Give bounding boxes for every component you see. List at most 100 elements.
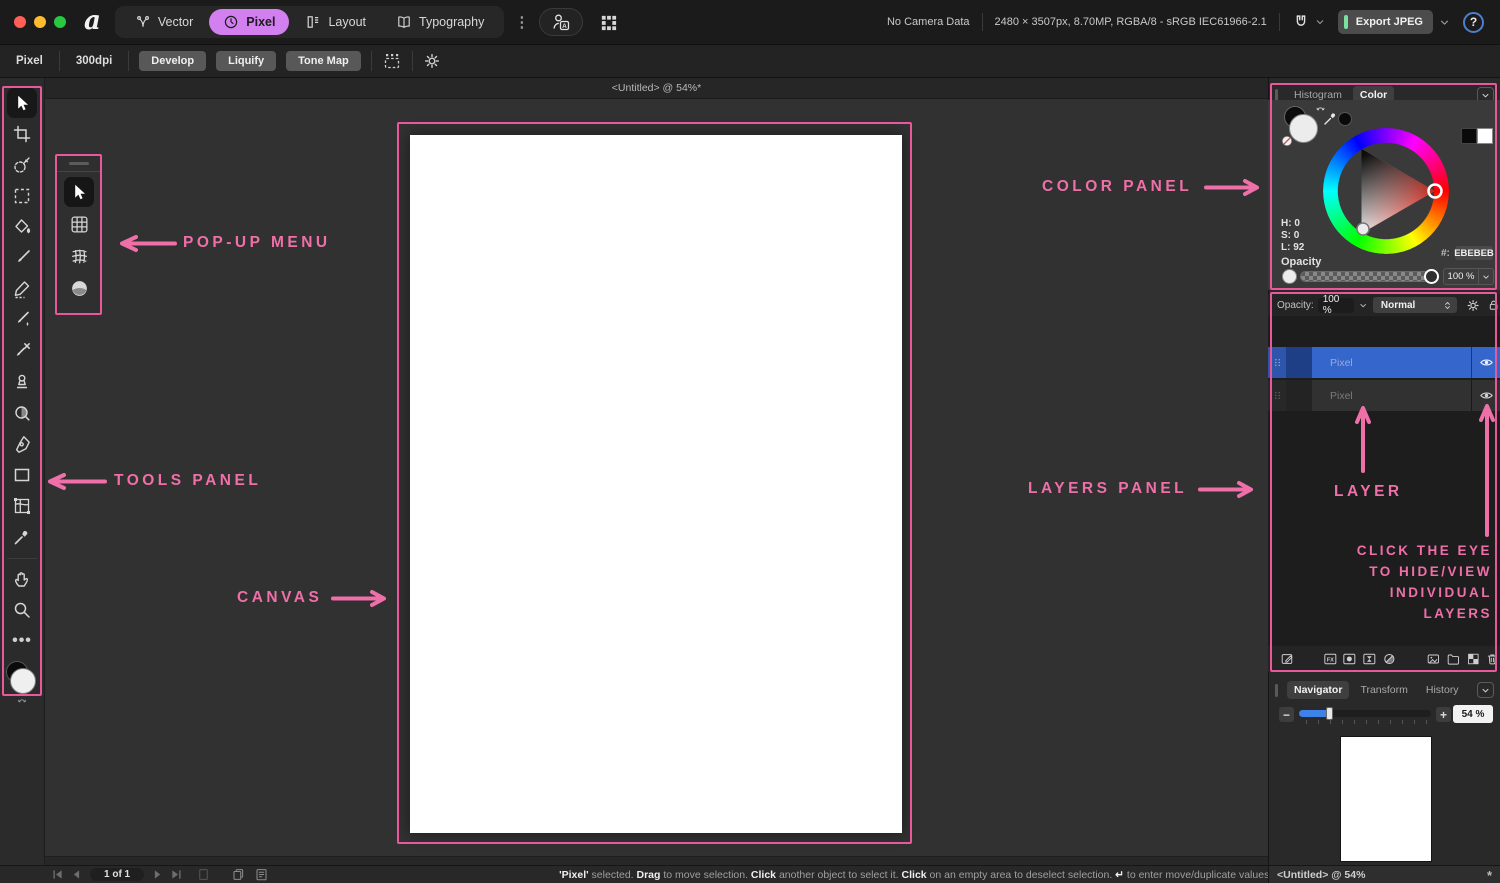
lock-icon[interactable]: [1487, 298, 1500, 312]
zoom-percentage-field[interactable]: 54 %: [1453, 705, 1493, 723]
selection-brush-tool[interactable]: [7, 150, 37, 180]
black-swatch[interactable]: [1461, 128, 1477, 144]
minimize-window-button[interactable]: [34, 16, 46, 28]
eye-icon[interactable]: [1479, 355, 1494, 370]
opacity-slider[interactable]: [1300, 271, 1434, 282]
snapping-button[interactable]: [1292, 13, 1326, 31]
layer-name[interactable]: Pixel: [1312, 380, 1471, 411]
opacity-dropdown-button[interactable]: [1479, 268, 1494, 285]
view-tool[interactable]: [7, 564, 37, 594]
triangle-selector[interactable]: [1356, 222, 1370, 236]
zoom-in-button[interactable]: +: [1436, 707, 1451, 722]
pen-tool[interactable]: [7, 429, 37, 459]
panel-grip[interactable]: [1275, 683, 1278, 697]
develop-button[interactable]: Develop: [139, 51, 207, 71]
move-tool[interactable]: [7, 88, 37, 118]
new-pixel-layer-icon[interactable]: [1466, 650, 1481, 668]
blend-options-gear-icon[interactable]: [1466, 298, 1480, 313]
colour-replacement-brush-tool[interactable]: [7, 305, 37, 335]
canvas[interactable]: [410, 135, 902, 833]
mask-layer-icon[interactable]: [1342, 650, 1357, 668]
blend-mode-dropdown[interactable]: Normal: [1372, 297, 1457, 313]
navigator-panel-menu-button[interactable]: [1477, 682, 1494, 698]
group-layers-icon[interactable]: [1446, 650, 1461, 668]
export-options-chevron-icon[interactable]: [1438, 16, 1451, 29]
layer-visibility-cell[interactable]: [1471, 347, 1500, 378]
close-window-button[interactable]: [14, 16, 26, 28]
layer-thumbnail[interactable]: [1286, 380, 1312, 411]
settings-gear-icon[interactable]: [423, 52, 441, 70]
document-tab[interactable]: <Untitled> @ 54%*: [45, 78, 1268, 99]
more-tools-button[interactable]: •••: [7, 626, 37, 656]
more-personas-icon[interactable]: ⋮: [514, 13, 529, 31]
tab-navigator[interactable]: Navigator: [1287, 681, 1350, 699]
edit-adjustment-icon[interactable]: [1280, 650, 1295, 668]
paint-brush-tool[interactable]: [7, 243, 37, 273]
duplicate-pages-icon[interactable]: [231, 867, 246, 882]
opacity-chevron-icon[interactable]: [1358, 300, 1368, 311]
layer-drag-grip[interactable]: [1268, 347, 1286, 378]
pixel-tool[interactable]: [7, 274, 37, 304]
eye-icon[interactable]: [1479, 388, 1494, 403]
export-jpeg-button[interactable]: Export JPEG: [1337, 10, 1433, 34]
colour-selector[interactable]: [5, 661, 39, 695]
layer-drag-grip[interactable]: [1268, 380, 1286, 411]
zoom-slider-thumb[interactable]: [1326, 707, 1333, 720]
delete-layer-icon[interactable]: [1485, 650, 1500, 668]
last-page-icon[interactable]: [169, 867, 184, 882]
layer-effects-fx-icon[interactable]: [1323, 650, 1338, 668]
zoom-tool[interactable]: [7, 595, 37, 625]
pixel-grid-toggle-icon[interactable]: [382, 51, 402, 71]
previous-page-icon[interactable]: [69, 867, 84, 882]
help-button[interactable]: ?: [1463, 11, 1484, 33]
swap-colours-icon[interactable]: [14, 695, 30, 707]
popup-move-tool[interactable]: [64, 177, 94, 207]
place-image-icon[interactable]: [1426, 650, 1441, 668]
popup-mesh-grid-tool[interactable]: [64, 209, 94, 239]
assistant-button[interactable]: [539, 8, 584, 36]
eyedropper-sample-well[interactable]: [1338, 112, 1352, 126]
tab-history[interactable]: History: [1419, 681, 1466, 699]
flood-select-tool[interactable]: [7, 212, 37, 242]
opacity-value-field[interactable]: 100 %: [1443, 268, 1479, 285]
studio-presets-button[interactable]: [591, 8, 625, 36]
rectangle-tool[interactable]: [7, 460, 37, 490]
no-colour-icon[interactable]: [1280, 134, 1294, 148]
zoom-window-button[interactable]: [54, 16, 66, 28]
clone-stamp-tool[interactable]: [7, 367, 37, 397]
persona-layout[interactable]: Layout: [291, 9, 380, 35]
white-swatch[interactable]: [1477, 128, 1493, 144]
layer-row[interactable]: Pixel: [1268, 380, 1500, 411]
persona-vector[interactable]: Vector: [121, 9, 207, 35]
persona-typography[interactable]: Typography: [382, 9, 498, 35]
horizontal-scrollbar[interactable]: [45, 856, 1268, 865]
undo-brush-tool[interactable]: [7, 336, 37, 366]
page-list-icon[interactable]: [254, 867, 269, 882]
colour-eyedropper-icon[interactable]: [1322, 110, 1339, 127]
first-page-icon[interactable]: [50, 867, 65, 882]
persona-pixel[interactable]: Pixel: [209, 9, 290, 35]
adjustment-layer-icon[interactable]: [1362, 650, 1377, 668]
colour-picker-tool[interactable]: [7, 522, 37, 552]
saturation-lightness-triangle[interactable]: [1323, 128, 1449, 254]
opacity-slider-thumb[interactable]: [1424, 269, 1439, 284]
hex-value-field[interactable]: EBEBEB: [1454, 246, 1494, 260]
layers-opacity-field[interactable]: 100 %: [1317, 294, 1355, 316]
layer-row-selected[interactable]: Pixel: [1268, 347, 1500, 378]
foreground-colour-swatch[interactable]: [10, 668, 36, 694]
liquify-button[interactable]: Liquify: [216, 51, 277, 71]
navigator-thumbnail[interactable]: [1340, 736, 1432, 862]
next-page-icon[interactable]: [150, 867, 165, 882]
mesh-warp-tool[interactable]: [7, 491, 37, 521]
marquee-select-tool[interactable]: [7, 181, 37, 211]
popup-perspective-tool[interactable]: [64, 241, 94, 271]
layer-name[interactable]: Pixel: [1312, 347, 1471, 378]
tab-transform[interactable]: Transform: [1353, 681, 1414, 699]
zoom-out-button[interactable]: −: [1279, 707, 1294, 722]
crop-tool[interactable]: [7, 119, 37, 149]
popup-liquify-tool[interactable]: [64, 273, 94, 303]
live-filter-icon[interactable]: [1382, 650, 1397, 668]
layer-thumbnail[interactable]: [1286, 347, 1312, 378]
tone-map-button[interactable]: Tone Map: [286, 51, 361, 71]
dodge-brush-tool[interactable]: [7, 398, 37, 428]
